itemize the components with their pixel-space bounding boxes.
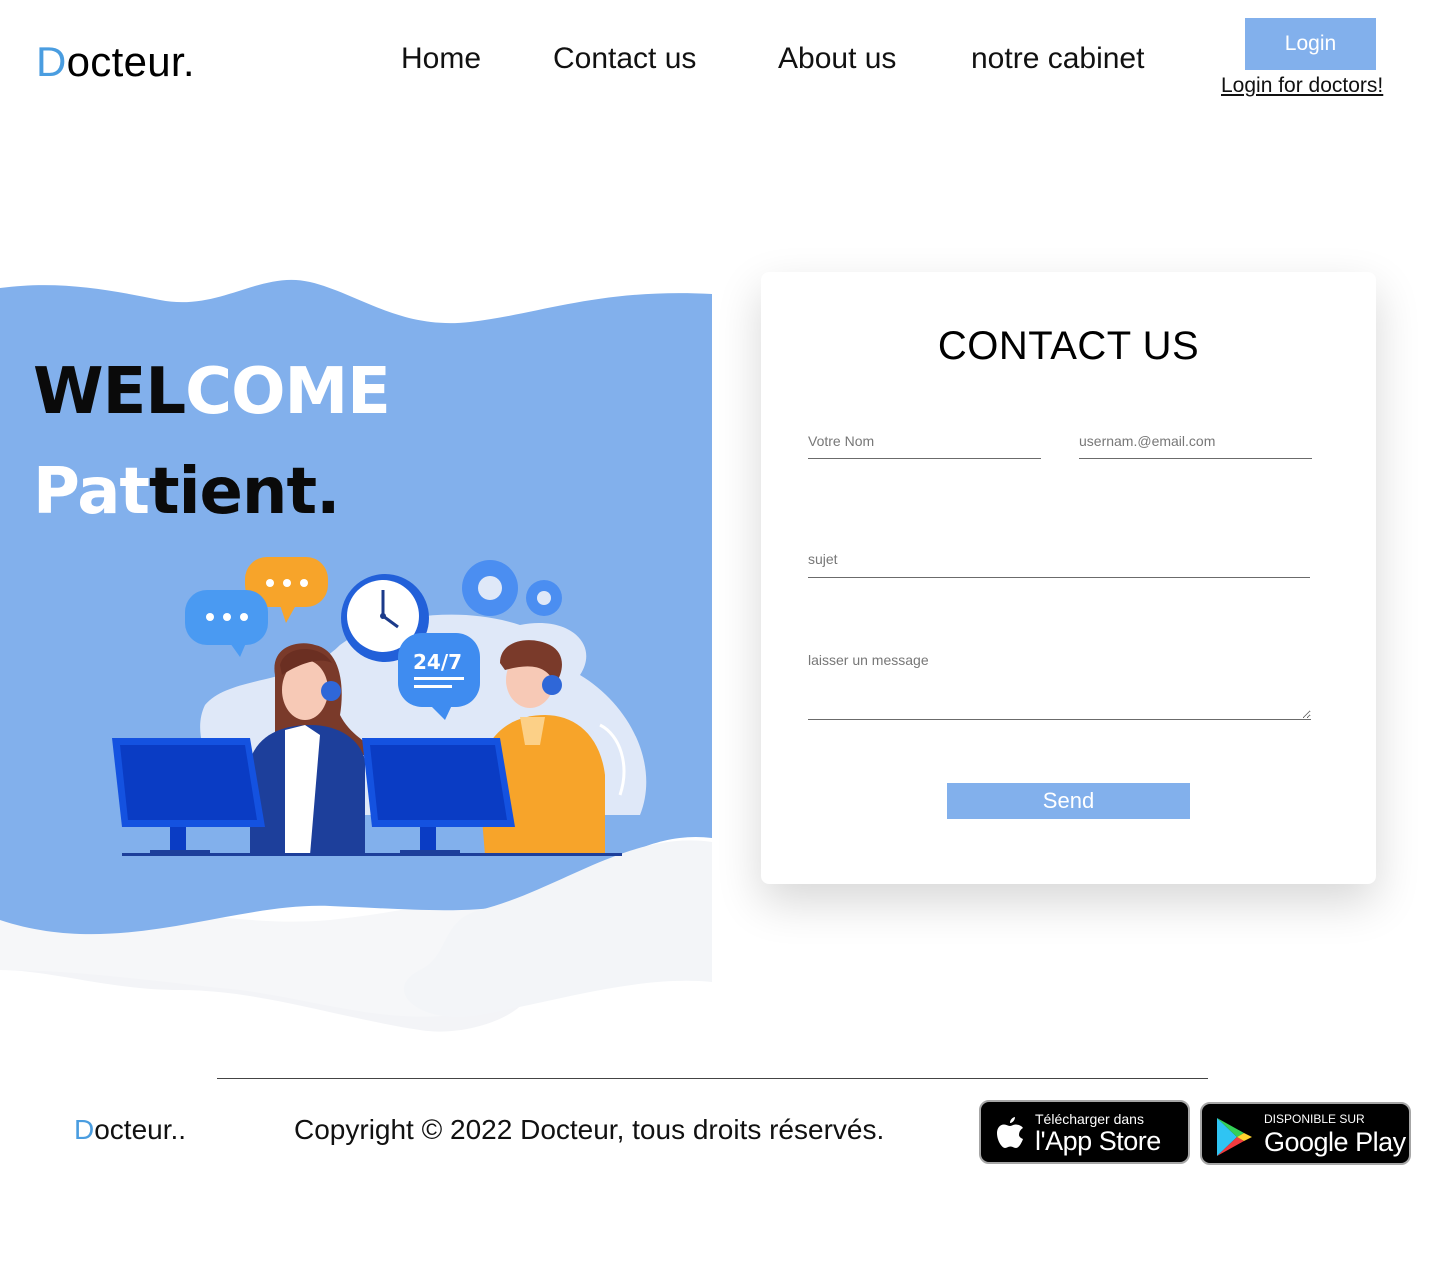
- google-play-small-text: DISPONIBLE SUR: [1264, 1112, 1365, 1126]
- monitor-left-icon: [112, 738, 265, 856]
- nav-about-us[interactable]: About us: [778, 42, 896, 76]
- google-play-badge[interactable]: DISPONIBLE SUR Google Play: [1200, 1102, 1411, 1165]
- contact-form-card: CONTACT US Send: [761, 272, 1376, 884]
- nav-contact-us[interactable]: Contact us: [553, 42, 696, 76]
- subject-input[interactable]: [808, 540, 1310, 578]
- hero-welcome: WELCOME: [33, 360, 391, 424]
- patient-dark-part: tient.: [148, 455, 340, 529]
- app-store-big-text: l'App Store: [1035, 1126, 1161, 1156]
- google-play-big-text: Google Play: [1264, 1127, 1406, 1157]
- footer-logo[interactable]: Docteur..: [74, 1114, 186, 1146]
- badge-24-7-text: 24/7: [413, 650, 462, 674]
- google-play-logo-icon: [1217, 1118, 1252, 1156]
- email-input[interactable]: [1079, 424, 1312, 459]
- welcome-dark-part: WEL: [33, 355, 186, 429]
- footer-logo-initial: D: [74, 1114, 95, 1145]
- footer-divider: [217, 1078, 1208, 1079]
- welcome-light-part: COME: [185, 355, 391, 429]
- nav-notre-cabinet[interactable]: notre cabinet: [971, 42, 1144, 76]
- support-team-illustration: 24/7: [112, 557, 647, 856]
- footer-logo-text: octeur..: [94, 1114, 187, 1145]
- contact-title: CONTACT US: [937, 324, 1200, 368]
- chat-bubble-blue-icon: [185, 590, 268, 657]
- send-button[interactable]: Send: [947, 783, 1190, 819]
- name-input[interactable]: [808, 424, 1041, 459]
- doctor-login-link[interactable]: Login for doctors!: [1221, 74, 1383, 98]
- copyright-text: Copyright © 2022 Docteur, tous droits ré…: [294, 1114, 885, 1145]
- app-store-small-text: Télécharger dans: [1035, 1111, 1144, 1127]
- login-button[interactable]: Login: [1245, 18, 1376, 70]
- message-textarea[interactable]: [808, 648, 1311, 720]
- apple-logo-icon: [997, 1117, 1023, 1148]
- gear-icon: [462, 560, 562, 616]
- patient-light-part: Pat: [33, 455, 150, 529]
- app-store-badge[interactable]: Télécharger dans l'App Store: [979, 1100, 1190, 1164]
- nav-home[interactable]: Home: [401, 42, 481, 76]
- hero-patient: Pattient.: [33, 460, 340, 524]
